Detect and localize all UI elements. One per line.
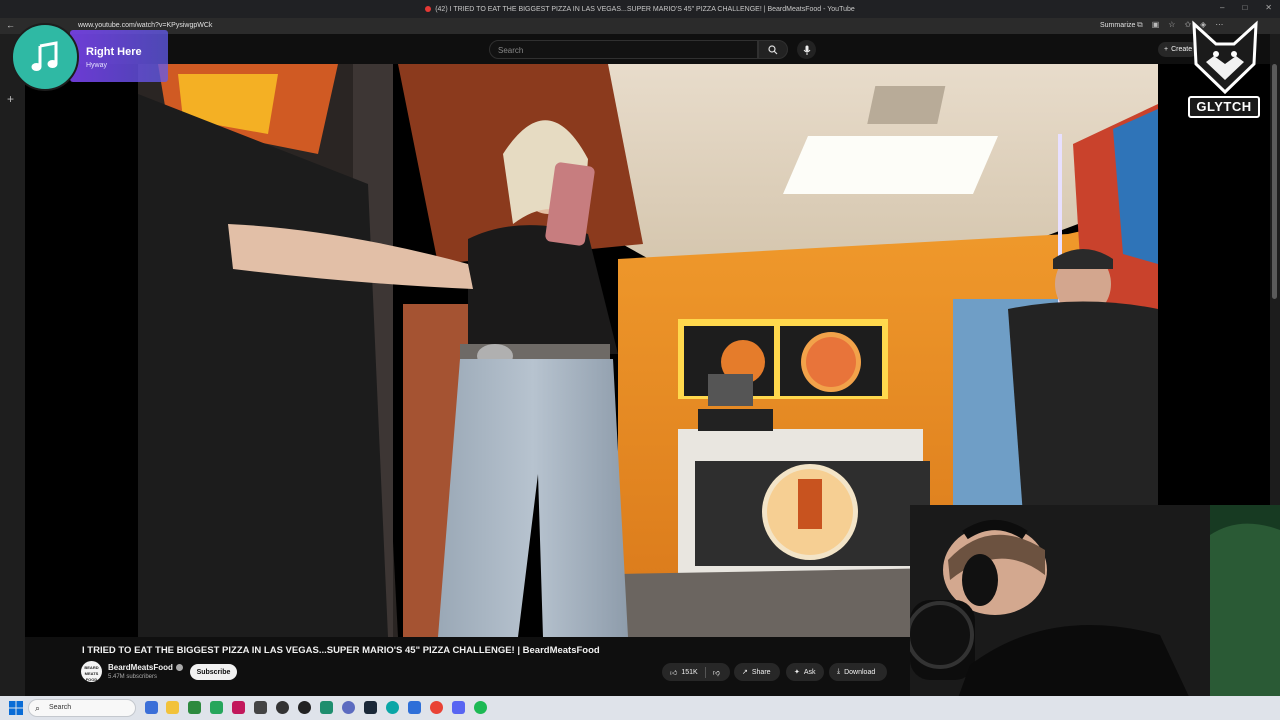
app-icon-dark[interactable]: [254, 701, 267, 714]
window-titlebar: (42) I TRIED TO EAT THE BIGGEST PIZZA IN…: [0, 0, 1280, 18]
split-screen-icon[interactable]: ▣: [1152, 20, 1160, 30]
search-icon: [768, 44, 778, 54]
microphone-icon: [803, 45, 810, 55]
close-icon[interactable]: ✕: [1265, 3, 1272, 12]
search-button[interactable]: [758, 40, 788, 59]
like-icon[interactable]: 👍︎: [670, 668, 677, 677]
green-app-icon[interactable]: [320, 701, 333, 714]
taskbar-search-input[interactable]: ⌕ Search: [28, 699, 136, 717]
share-button[interactable]: ↗ Share: [734, 663, 780, 681]
spotify-icon[interactable]: [474, 701, 487, 714]
search-input[interactable]: Search: [489, 40, 758, 59]
obs-icon[interactable]: [276, 701, 289, 714]
red-app-icon[interactable]: [232, 701, 245, 714]
blue-app-icon[interactable]: [342, 701, 355, 714]
brand-logo-text: GLYTCH: [1188, 96, 1260, 118]
dislike-icon[interactable]: 👎︎: [713, 668, 720, 677]
now-playing-overlay: Right Here Hyway: [10, 22, 168, 92]
recording-icon: [425, 6, 432, 12]
search-icon: ⌕: [35, 703, 41, 713]
channel-name[interactable]: BeardMeatsFood: [108, 663, 173, 672]
edge-icon[interactable]: [386, 701, 399, 714]
download-button[interactable]: ⤓ Download: [829, 663, 887, 681]
download-icon: ⤓: [837, 668, 841, 675]
sparkle-icon: ✦: [794, 669, 800, 676]
copilot-icon[interactable]: ⧉: [1137, 20, 1143, 30]
video-title: I TRIED TO EAT THE BIGGEST PIZZA IN LAS …: [82, 645, 600, 656]
song-title: Right Here: [86, 46, 142, 58]
fox-mascot-icon: [1192, 20, 1258, 95]
subscriber-count: 5.47M subscribers: [108, 674, 158, 680]
ask-button[interactable]: ✦ Ask: [786, 663, 824, 681]
like-separator: [704, 666, 706, 678]
window-title: (42) I TRIED TO EAT THE BIGGEST PIZZA IN…: [435, 5, 855, 13]
address-bar: ← www.youtube.com/watch?v=KPysiwgpWCk Su…: [0, 18, 1280, 34]
voice-search-button[interactable]: [797, 40, 816, 59]
add-tab-icon[interactable]: +: [7, 92, 14, 106]
music-disc: [11, 23, 79, 91]
spreadsheet-app-icon[interactable]: [188, 701, 201, 714]
ask-label: Ask: [803, 668, 816, 676]
steam-icon[interactable]: [364, 701, 377, 714]
maximize-icon[interactable]: □: [1242, 3, 1247, 12]
xbox-app-icon[interactable]: [210, 701, 223, 714]
file-explorer-icon[interactable]: [166, 701, 179, 714]
windows-start-icon[interactable]: [9, 701, 23, 715]
subscribe-button[interactable]: Subscribe: [190, 664, 237, 680]
channel-name-row[interactable]: BeardMeatsFood: [108, 663, 183, 672]
app-icon-round[interactable]: [298, 701, 311, 714]
song-artist: Hyway: [86, 62, 108, 69]
download-label: Download: [844, 668, 876, 676]
music-note-icon: [31, 41, 58, 71]
scrollbar-thumb[interactable]: [1272, 64, 1277, 299]
share-label: Share: [751, 668, 771, 676]
like-dislike-group: 👍︎ 151K 👎︎: [662, 663, 730, 681]
share-icon: ↗: [742, 669, 748, 676]
webcam-feed-image: [910, 505, 1280, 720]
window-controls: – □ ✕: [1220, 3, 1272, 12]
settings-app-icon[interactable]: [408, 701, 421, 714]
discord-icon[interactable]: [452, 701, 465, 714]
windows-taskbar: ⌕ Search: [0, 696, 1280, 720]
verified-icon: [175, 664, 183, 671]
like-count[interactable]: 151K: [681, 669, 697, 676]
browser-sidebar: +: [0, 34, 25, 696]
favorite-star-icon[interactable]: ☆: [1168, 20, 1175, 30]
webcam-overlay: [910, 505, 1280, 720]
streamer-logo: GLYTCH: [1186, 20, 1264, 122]
minimize-icon[interactable]: –: [1220, 3, 1224, 12]
taskbar-search-placeholder: Search: [49, 704, 72, 711]
summarize-button[interactable]: Summarize: [1100, 22, 1135, 29]
plus-icon: +: [1164, 46, 1169, 53]
copilot-app-icon[interactable]: [145, 701, 158, 714]
channel-avatar[interactable]: BEARD MEATS FOOD: [81, 661, 102, 682]
chrome-icon[interactable]: [430, 701, 443, 714]
